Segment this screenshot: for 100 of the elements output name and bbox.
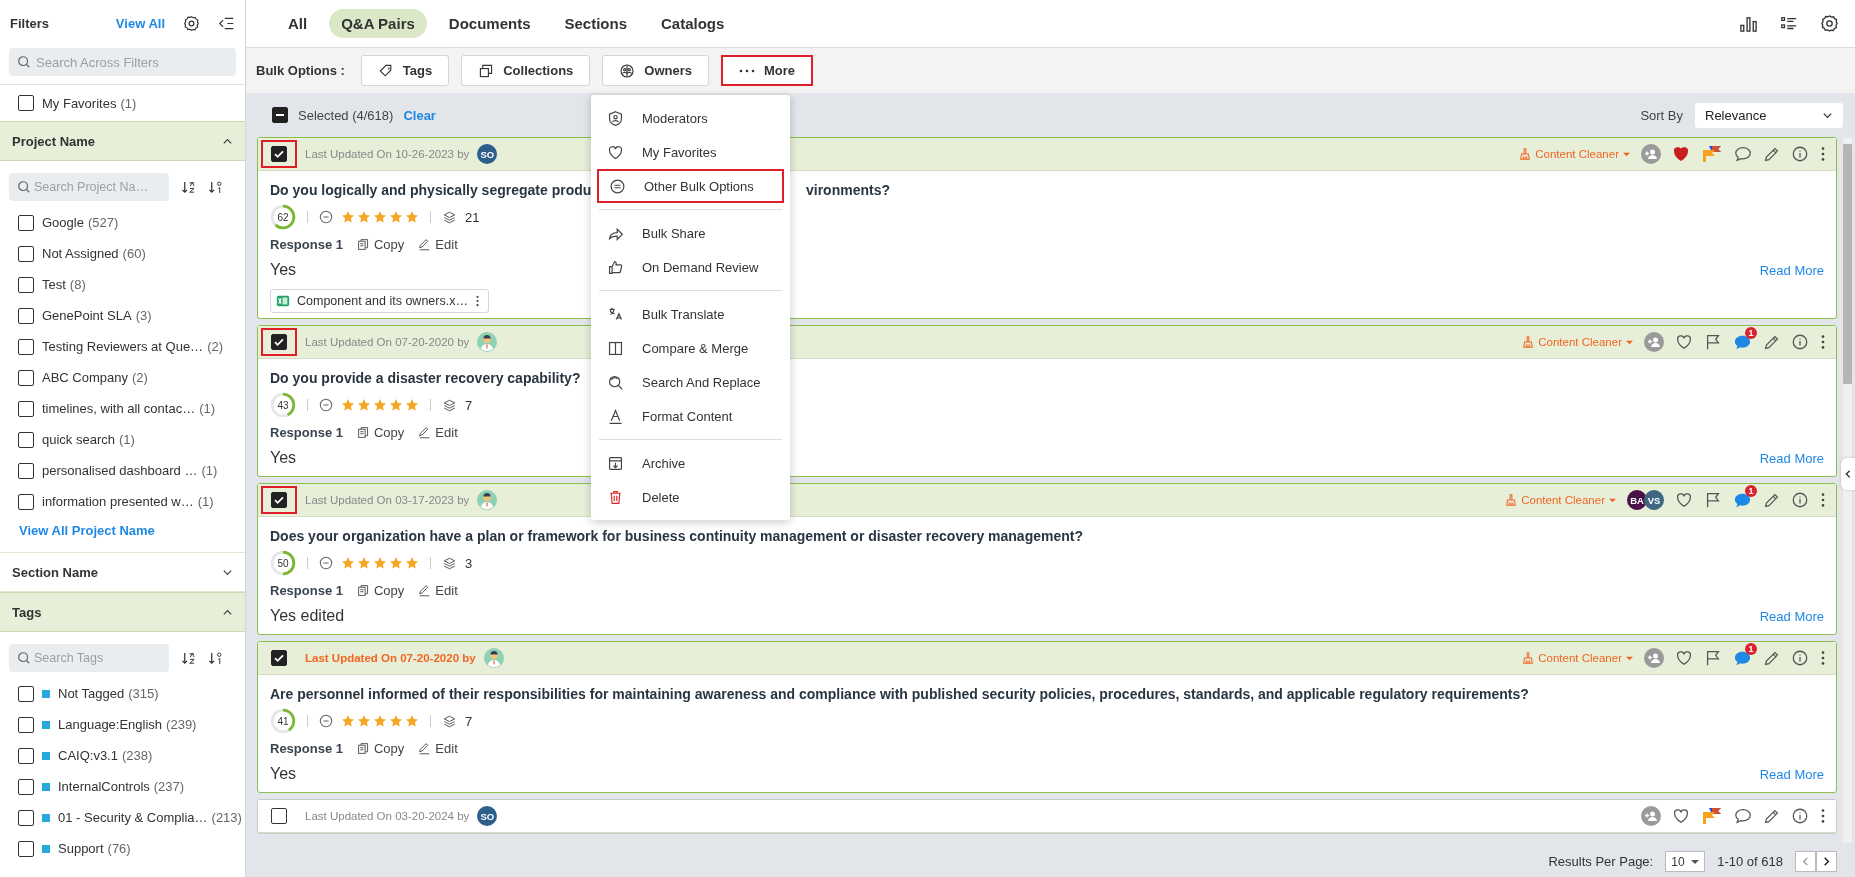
pencil-icon[interactable] — [1763, 807, 1780, 825]
checkbox[interactable] — [271, 492, 287, 508]
filter-option[interactable]: Google — [42, 215, 84, 230]
copy-button[interactable]: Copy — [357, 236, 405, 252]
bulk-button[interactable]: Tags — [360, 55, 450, 86]
heart-icon[interactable] — [1672, 807, 1690, 825]
checkbox[interactable] — [18, 747, 34, 764]
filter-option[interactable]: Testing Reviewers at Que… — [42, 339, 204, 354]
checkbox[interactable] — [271, 146, 287, 162]
per-page-select[interactable]: 10 — [1665, 851, 1706, 872]
filter-option[interactable]: Not Assigned — [42, 246, 119, 261]
more-icon[interactable] — [1820, 333, 1826, 351]
edit-button[interactable]: Edit — [418, 582, 458, 598]
filter-option[interactable]: Test — [42, 277, 66, 292]
checkbox[interactable] — [18, 431, 34, 448]
sort-select[interactable]: Relevance — [1695, 102, 1843, 128]
bar-chart-icon[interactable] — [1739, 14, 1758, 33]
menu-item[interactable]: On Demand Review — [597, 250, 784, 284]
read-more-link[interactable]: Read More — [1759, 608, 1824, 624]
question-text[interactable]: vironments? — [806, 182, 890, 198]
filter-option[interactable]: GenePoint SLA — [42, 308, 132, 323]
sort-numeric-icon[interactable] — [208, 650, 223, 666]
checkbox[interactable] — [18, 245, 34, 262]
edit-button[interactable]: Edit — [418, 740, 458, 756]
checkbox[interactable] — [271, 334, 287, 350]
read-more-link[interactable]: Read More — [1759, 450, 1824, 466]
filter-option[interactable]: ABC Company — [42, 370, 128, 385]
menu-item[interactable]: My Favorites — [597, 135, 784, 169]
read-more-link[interactable]: Read More — [1759, 766, 1824, 782]
add-owner-icon[interactable] — [1641, 806, 1661, 826]
sort-alpha-icon[interactable] — [181, 650, 196, 666]
attachment-chip[interactable]: Component and its owners.x… — [270, 289, 489, 313]
tab[interactable]: Catalogs — [649, 9, 737, 38]
info-icon[interactable] — [1791, 807, 1809, 825]
minus-circle-icon[interactable] — [319, 714, 333, 728]
pencil-icon[interactable] — [1763, 333, 1780, 351]
copy-button[interactable]: Copy — [357, 740, 405, 756]
add-owner-icon[interactable] — [1641, 144, 1661, 164]
more-icon[interactable] — [1820, 491, 1826, 509]
checkbox[interactable] — [271, 808, 287, 824]
flags-icon[interactable] — [1701, 806, 1723, 826]
heart-icon[interactable] — [1675, 491, 1693, 509]
bulk-button[interactable]: More — [721, 55, 814, 86]
checkbox[interactable] — [18, 95, 34, 111]
menu-item[interactable]: Other Bulk Options — [597, 169, 784, 203]
checkbox[interactable] — [18, 493, 34, 510]
copy-button[interactable]: Copy — [357, 424, 405, 440]
filter-option[interactable]: InternalControls — [58, 779, 150, 794]
minus-circle-icon[interactable] — [319, 556, 333, 570]
copy-button[interactable]: Copy — [357, 582, 405, 598]
owner-avatar[interactable]: BA — [1627, 490, 1647, 510]
filter-section-header[interactable]: Section Name — [0, 552, 245, 592]
bulk-button[interactable]: Collections — [461, 55, 591, 86]
star-rating[interactable] — [341, 714, 419, 728]
read-more-link[interactable]: Read More — [1759, 262, 1824, 278]
checkbox[interactable] — [18, 716, 34, 733]
filter-option[interactable]: 01 - Security & Complia… — [58, 810, 208, 825]
scrollbar[interactable] — [1843, 138, 1852, 843]
question-text[interactable]: Do you logically and physically segregate produ — [270, 182, 592, 198]
add-owner-icon[interactable] — [1644, 332, 1664, 352]
checkbox[interactable] — [18, 462, 34, 479]
filter-option[interactable]: information presented w… — [42, 494, 194, 509]
flag-icon[interactable] — [1704, 649, 1722, 667]
checkbox[interactable] — [18, 809, 34, 826]
star-rating[interactable] — [341, 398, 419, 412]
info-icon[interactable] — [1791, 649, 1809, 667]
minus-circle-icon[interactable] — [319, 398, 333, 412]
filter-option[interactable]: CAIQ:v3.1 — [58, 748, 118, 763]
checkbox[interactable] — [18, 338, 34, 355]
info-icon[interactable] — [1791, 333, 1809, 351]
menu-item[interactable]: Compare & Merge — [597, 331, 784, 365]
sort-alpha-icon[interactable] — [181, 179, 196, 195]
menu-item[interactable]: Bulk Translate — [597, 297, 784, 331]
tab[interactable]: Documents — [436, 9, 543, 38]
flag-icon[interactable] — [1704, 491, 1722, 509]
filter-option[interactable]: Support — [58, 841, 104, 856]
menu-item[interactable]: Format Content — [597, 399, 784, 433]
question-text[interactable]: Does your organization have a plan or framework for business continuity management or disaster recovery management? — [270, 528, 1083, 544]
minus-circle-icon[interactable] — [319, 210, 333, 224]
star-rating[interactable] — [341, 556, 419, 570]
checkbox[interactable] — [18, 685, 34, 702]
menu-item[interactable]: Moderators — [597, 101, 784, 135]
question-text[interactable]: Do you provide a disaster recovery capability? — [270, 370, 581, 386]
flags-icon[interactable] — [1701, 144, 1723, 164]
heart-icon[interactable] — [1675, 333, 1693, 351]
filter-option[interactable]: My Favorites — [42, 95, 117, 111]
question-text[interactable]: Are personnel informed of their responsibilities for maintaining awareness and compliance with published security policies, procedures, standards, and applicable regulatory requirements? — [270, 686, 1529, 702]
checkbox[interactable] — [18, 400, 34, 417]
pencil-icon[interactable] — [1763, 649, 1780, 667]
checkbox[interactable] — [18, 369, 34, 386]
menu-item[interactable]: Search And Replace — [597, 365, 784, 399]
heart-icon[interactable] — [1672, 145, 1690, 163]
filter-option[interactable]: Language:English — [58, 717, 163, 732]
checkbox[interactable] — [18, 840, 34, 857]
more-icon[interactable] — [1820, 649, 1826, 667]
pencil-icon[interactable] — [1763, 491, 1780, 509]
more-icon[interactable] — [1820, 807, 1826, 825]
filter-option[interactable]: timelines, with all contac… — [42, 401, 196, 416]
tab[interactable]: Q&A Pairs — [329, 9, 427, 38]
edit-button[interactable]: Edit — [418, 236, 458, 252]
